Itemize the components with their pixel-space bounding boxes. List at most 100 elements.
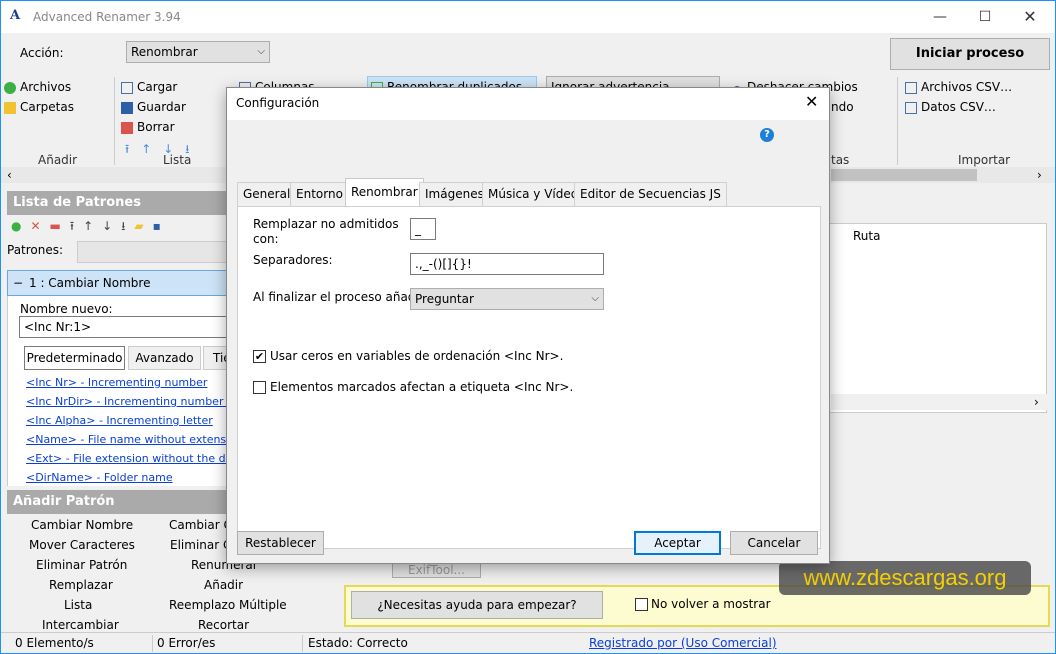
- import-group-label: Importar: [958, 153, 1011, 167]
- chevron-down-icon: ⌵: [257, 46, 265, 57]
- add-files-button[interactable]: Archivos: [4, 79, 71, 95]
- separators-label: Separadores:: [253, 253, 333, 267]
- collapse-icon[interactable]: −: [13, 275, 23, 291]
- no-show-label: No volver a mostrar: [651, 597, 771, 611]
- status-bar: 0 Elemento/s 0 Error/es Estado: Correcto…: [1, 632, 1055, 653]
- method-item[interactable]: Recortar: [198, 618, 249, 632]
- zeros-checkbox[interactable]: ✔: [253, 350, 266, 363]
- close-icon[interactable]: ✕: [1015, 7, 1045, 27]
- tag-link[interactable]: <DirName> - Folder name: [26, 471, 173, 484]
- tab-imagenes[interactable]: Imágenes: [419, 182, 490, 206]
- dialog-body: ? General Entorno Renombrar Imágenes Mús…: [227, 120, 829, 563]
- method-item[interactable]: Intercambiar: [42, 618, 119, 632]
- load-button[interactable]: Cargar: [121, 79, 177, 95]
- tag-link[interactable]: <Name> - File name without extensio: [26, 433, 229, 446]
- window-title: Advanced Renamer 3.94: [33, 10, 181, 24]
- dialog-close-icon[interactable]: ✕: [805, 92, 818, 111]
- method-title: 1 : Cambiar Nombre: [29, 276, 151, 290]
- patrones-input[interactable]: [77, 241, 229, 263]
- ribbon-divider: [114, 77, 115, 165]
- finish-label: Al finalizar el proceso añadir:: [253, 290, 428, 304]
- tab-renombrar[interactable]: Renombrar: [345, 178, 424, 207]
- watermark: www.zdescargas.org: [779, 561, 1031, 595]
- save-button[interactable]: Guardar: [121, 99, 186, 115]
- patrones-label: Patrones:: [7, 243, 64, 257]
- new-name-label: Nombre nuevo:: [20, 302, 113, 316]
- tas-partial-label: tas: [831, 153, 850, 167]
- method-item[interactable]: Lista: [64, 598, 92, 612]
- separators-input[interactable]: .,_-()[]{}!: [410, 253, 604, 275]
- undo-partial-label: ndo: [831, 100, 854, 114]
- add-folders-button[interactable]: Carpetas: [4, 99, 74, 115]
- scroll-right-icon[interactable]: ›: [1034, 394, 1039, 410]
- accion-label: Acción:: [20, 46, 64, 60]
- status-divider: [302, 635, 303, 652]
- method-item[interactable]: Eliminar Patrón: [36, 558, 127, 572]
- save-icon: [121, 101, 133, 114]
- file-icon: [905, 101, 917, 114]
- renombrar-pane: Remplazar no admitidos con: _ Separadore…: [237, 206, 821, 549]
- add-group-label: Añadir: [38, 153, 78, 167]
- scroll-thumb[interactable]: [831, 169, 977, 181]
- maximize-icon[interactable]: ☐: [970, 7, 1000, 27]
- method-item[interactable]: Mover Caracteres: [29, 538, 135, 552]
- help-start-button[interactable]: ¿Necesitas ayuda para empezar?: [351, 591, 603, 619]
- status-state: Estado: Correcto: [308, 636, 408, 650]
- finish-value: Preguntar: [415, 292, 474, 306]
- pattern-toolbar-icons[interactable]: ●✕▬⭱↑↓⭳▰▪: [11, 218, 170, 234]
- new-name-input[interactable]: <Inc Nr:1>: [19, 316, 229, 338]
- plus-icon: [4, 81, 16, 94]
- tab-general[interactable]: General: [237, 182, 297, 206]
- tab-entorno[interactable]: Entorno: [290, 182, 349, 206]
- marked-affect-label: Elementos marcados afectan a etiqueta <I…: [270, 380, 574, 394]
- method-item[interactable]: Remplazar: [49, 578, 113, 592]
- subtab-avanzado[interactable]: Avanzado: [128, 346, 201, 370]
- accion-select[interactable]: Renombrar ⌵: [126, 41, 270, 63]
- app-logo-icon: A: [10, 8, 21, 23]
- tag-link[interactable]: <Inc NrDir> - Incrementing number p: [26, 395, 229, 408]
- status-elements: 0 Elemento/s: [15, 636, 94, 650]
- replace-input[interactable]: _: [410, 218, 436, 240]
- scroll-left-icon[interactable]: ‹: [7, 167, 12, 183]
- delete-button[interactable]: Borrar: [121, 119, 175, 135]
- csv-files-button[interactable]: Archivos CSV…: [905, 79, 1012, 95]
- dialog-title: Configuración: [236, 96, 320, 110]
- tag-link[interactable]: <Inc Alpha> - Incrementing letter: [26, 414, 213, 427]
- delete-icon: [121, 121, 133, 134]
- method-item[interactable]: Añadir: [204, 578, 243, 592]
- registered-link[interactable]: Registrado por (Uso Comercial): [589, 636, 777, 650]
- finish-select[interactable]: Preguntar ⌵: [410, 288, 604, 310]
- patterns-header: Lista de Patrones: [7, 191, 229, 215]
- csv-data-button[interactable]: Datos CSV…: [905, 99, 996, 115]
- status-divider: [152, 635, 153, 652]
- add-pattern-header: Añadir Patrón: [7, 490, 229, 514]
- status-errors: 0 Error/es: [157, 636, 216, 650]
- exiftool-button[interactable]: ExifTool...: [392, 562, 481, 578]
- scroll-right-icon[interactable]: ›: [1037, 167, 1042, 183]
- cancel-button[interactable]: Cancelar: [730, 531, 818, 555]
- replace-label-con: con:: [253, 232, 279, 246]
- check-icon: ✔: [254, 350, 265, 363]
- tag-link[interactable]: <Ext> - File extension without the dot: [26, 452, 229, 465]
- list-icon: [121, 81, 133, 94]
- replace-label: Remplazar no admitidos: [253, 217, 399, 231]
- tag-link[interactable]: <Inc Nr> - Incrementing number: [26, 376, 207, 389]
- tab-musica-video[interactable]: Música y Vídeo: [482, 182, 585, 206]
- no-show-checkbox[interactable]: [635, 598, 648, 611]
- tab-editor-js[interactable]: Editor de Secuencias JS: [574, 182, 727, 206]
- minimize-icon[interactable]: —: [925, 7, 955, 27]
- method-item[interactable]: Cambiar Nombre: [31, 518, 133, 532]
- reset-button[interactable]: Restablecer: [237, 531, 324, 555]
- file-list-hscroll[interactable]: [831, 394, 1047, 410]
- method-item[interactable]: Reemplazo Múltiple: [169, 598, 287, 612]
- column-ruta[interactable]: Ruta: [853, 229, 880, 243]
- help-icon[interactable]: ?: [760, 128, 774, 142]
- start-process-button[interactable]: Iniciar proceso: [890, 38, 1050, 70]
- ok-button[interactable]: Aceptar: [634, 531, 721, 555]
- folder-icon: [4, 101, 16, 114]
- settings-dialog: Configuración ✕ ? General Entorno Renomb…: [226, 87, 830, 564]
- file-icon: [905, 81, 917, 94]
- marked-affect-checkbox[interactable]: [253, 381, 266, 394]
- ribbon-divider-2: [897, 77, 898, 165]
- subtab-predeterminado[interactable]: Predeterminado: [24, 346, 125, 370]
